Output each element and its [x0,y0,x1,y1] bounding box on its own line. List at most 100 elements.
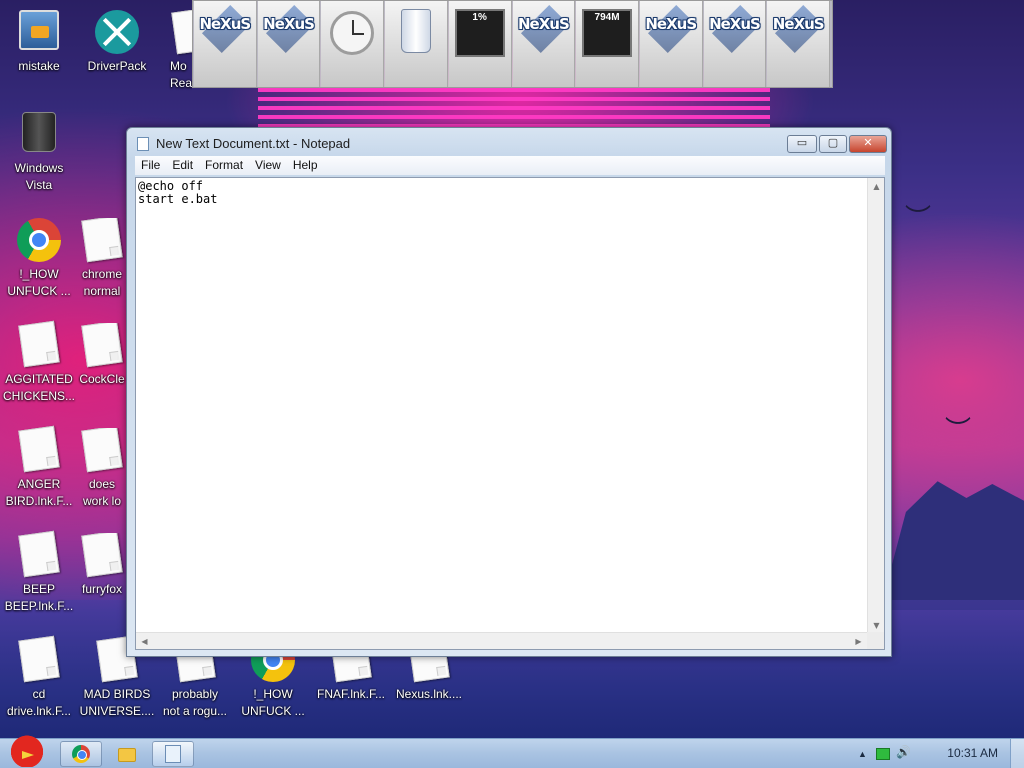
desktop-icon-label: !_HOW UNFUCK ... [241,687,305,718]
chrome-icon [72,745,90,763]
dock-item-nexus[interactable]: NeXuS [257,1,321,87]
editor-content[interactable]: @echo off start e.bat [138,180,217,206]
window-title: New Text Document.txt - Notepad [156,136,351,151]
desktop-icon-label: Nexus.lnk.... [395,687,463,701]
desktop-icon-label: probably not a rogu... [162,687,228,718]
nexus-dock: NeXuS NeXuS 1% NeXuS 794M NeXuS NeXuS Ne… [192,0,833,88]
desktop-icon-label: DriverPack [87,59,147,73]
dock-item-nexus[interactable]: NeXuS [767,1,831,87]
angry-bird-start-icon [8,733,46,767]
nexus-label: NeXuS [709,15,761,33]
desktop-icon-label: furryfox [81,582,122,596]
recycle-bin-icon [400,9,431,53]
scroll-up-icon[interactable]: ▲ [868,178,885,195]
background-neon-bars [258,88,770,132]
cpu-meter-icon: 1% [454,9,505,57]
memory-meter-value: 794M [594,12,620,23]
desktop-icon-driverpack[interactable]: DriverPack [78,10,156,75]
desktop-icon-label: BEEP BEEP.lnk.F... [4,582,74,613]
horizontal-scrollbar[interactable]: ◀ ▶ [136,632,867,649]
document-icon [81,218,123,263]
desktop-icon-label: FNAF.lnk.F... [316,687,385,701]
desktop-icon-label: chrome normal [81,267,122,298]
document-icon [18,635,60,683]
show-desktop-button[interactable] [1010,739,1024,768]
cpu-meter-value: 1% [472,12,487,23]
desktop-icon-label: Mo Reade [170,59,192,90]
dock-item-nexus[interactable]: NeXuS [703,1,767,87]
bird-icon: ︶ [945,416,972,446]
system-tray: ▲ 🔊 10:31 AM [854,739,1024,768]
chrome-icon [17,218,61,262]
menu-file[interactable]: File [135,156,166,175]
desktop-icon-how-unfuck[interactable]: !_HOW UNFUCK ... [0,218,78,300]
taskbar-chrome-button[interactable] [60,741,102,767]
bird-icon: ︶ [905,204,932,234]
desktop-icon-anger-bird[interactable]: ANGER BIRD.lnk.F... [0,425,78,510]
desktop-icon-label: !_HOW UNFUCK ... [7,267,71,298]
menu-view[interactable]: View [249,156,287,175]
desktop-icon-label: CockCle [79,372,125,386]
maximize-button[interactable]: ▢ [819,135,847,153]
desktop-icon-beep-beep[interactable]: BEEP BEEP.lnk.F... [0,530,78,615]
mistake-icon [19,10,59,50]
document-icon [81,533,123,578]
dock-item-clock[interactable] [321,1,385,87]
document-icon [81,323,123,368]
nexus-label: NeXuS [517,15,570,33]
tray-expand-icon[interactable]: ▲ [858,749,867,759]
nexus-label: NeXuS [772,15,825,33]
nexus-label: NeXuS [645,15,697,33]
menu-help[interactable]: Help [287,156,324,175]
clock-icon [330,11,375,55]
desktop-icon-aggitated-chickens[interactable]: AGGITATED CHICKENS... [0,320,78,405]
title-bar[interactable]: New Text Document.txt - Notepad ▭ ▢ ✕ [127,128,891,158]
desktop-icon-label: AGGITATED CHICKENS... [2,372,75,403]
document-icon [18,530,60,578]
menu-edit[interactable]: Edit [166,156,199,175]
desktop-icon-label: Windows Vista [14,161,64,192]
text-editor[interactable]: @echo off start e.bat ▲ ▼ ◀ ▶ [135,177,885,650]
document-icon [18,425,60,473]
scroll-left-icon[interactable]: ◀ [136,633,153,650]
close-button[interactable]: ✕ [849,135,887,153]
start-button[interactable] [2,733,52,768]
notepad-icon [165,745,181,763]
menu-format[interactable]: Format [199,156,249,175]
desktop-icon-label: cd drive.lnk.F... [6,687,72,718]
desktop-icon-label: does work lo [82,477,121,508]
scroll-right-icon[interactable]: ▶ [850,633,867,650]
desktop-icon-mistake[interactable]: mistake [0,10,78,75]
dock-item-nexus[interactable]: NeXuS [194,1,257,87]
desktop-icon-does-work[interactable]: does work lo [78,428,126,510]
document-icon [171,10,192,55]
memory-meter-icon: 794M [582,9,633,57]
taskbar-clock[interactable]: 10:31 AM [947,746,998,760]
dock-item-memory-meter[interactable]: 794M [576,1,639,87]
background-mountain [880,481,1024,610]
driverpack-icon [95,10,139,54]
desktop-icon-mo-reader[interactable]: Mo Reade [156,10,192,92]
nexus-label: NeXuS [263,15,315,33]
battery-icon[interactable] [876,748,890,760]
taskbar: ▲ 🔊 10:31 AM [0,733,1024,768]
desktop-icon-cd-drive[interactable]: cd drive.lnk.F... [0,635,78,720]
vertical-scrollbar[interactable]: ▲ ▼ [867,178,884,634]
desktop-icon-cockcle[interactable]: CockCle [78,323,126,388]
dock-item-recycle-bin[interactable] [385,1,448,87]
dock-item-cpu-meter[interactable]: 1% [448,1,512,87]
dock-item-nexus[interactable]: NeXuS [639,1,703,87]
taskbar-explorer-button[interactable] [106,741,148,767]
desktop-icon-chrome-normal[interactable]: chrome normal [78,218,126,300]
desktop-icon-windows-vista[interactable]: Windows Vista [0,112,78,194]
taskbar-notepad-button[interactable] [152,741,194,767]
volume-icon[interactable]: 🔊 [896,745,911,759]
desktop-icon-label: MAD BIRDS UNIVERSE.... [79,687,155,718]
notepad-icon [137,137,149,151]
minimize-button[interactable]: ▭ [787,135,817,153]
desktop-icon-furryfox[interactable]: furryfox [78,533,126,598]
desktop-icon-label: mistake [18,59,60,73]
document-icon [18,320,60,368]
scroll-corner [867,632,884,649]
dock-item-nexus[interactable]: NeXuS [512,1,576,87]
